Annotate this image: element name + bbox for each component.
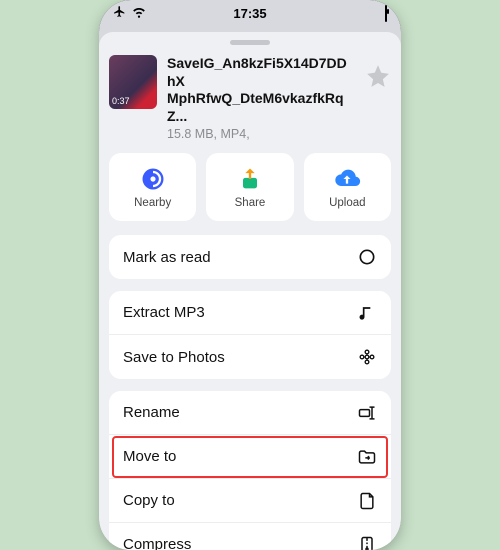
wifi-icon xyxy=(132,5,146,22)
file-subtitle: 15.8 MB, MP4, xyxy=(167,127,355,141)
share-label: Share xyxy=(235,197,266,209)
upload-label: Upload xyxy=(329,197,365,209)
zip-icon xyxy=(357,535,377,550)
video-thumbnail[interactable]: 0:37 xyxy=(109,55,157,109)
rename-item[interactable]: Rename xyxy=(109,391,391,435)
video-duration: 0:37 xyxy=(112,96,130,106)
move-to-item[interactable]: Move to xyxy=(109,435,391,479)
circle-outline-icon xyxy=(357,247,377,267)
file-name-line1: SaveIG_An8kzFi5X14D7DDhX xyxy=(167,55,347,89)
action-sheet: 0:37 SaveIG_An8kzFi5X14D7DDhX MphRfwQ_Dt… xyxy=(99,32,401,550)
sheet-grabber[interactable] xyxy=(230,40,270,45)
file-header: 0:37 SaveIG_An8kzFi5X14D7DDhX MphRfwQ_Dt… xyxy=(109,55,391,141)
extract-mp3-item[interactable]: Extract MP3 xyxy=(109,291,391,335)
copy-to-item[interactable]: Copy to xyxy=(109,479,391,523)
list-group-3: Rename Move to Copy to xyxy=(109,391,391,550)
share-button[interactable]: Share xyxy=(206,153,293,221)
list-group-1: Mark as read xyxy=(109,235,391,279)
folder-arrow-icon xyxy=(357,447,377,467)
upload-button[interactable]: Upload xyxy=(304,153,391,221)
airplane-icon xyxy=(113,5,126,21)
music-note-icon xyxy=(357,303,377,323)
rename-cursor-icon xyxy=(357,403,377,423)
nearby-button[interactable]: Nearby xyxy=(109,153,196,221)
compress-item[interactable]: Compress xyxy=(109,523,391,550)
phone-frame: 17:35 0:37 SaveIG_An8kzFi5X14D7DDhX MphR… xyxy=(99,0,401,550)
status-bar: 17:35 xyxy=(99,0,401,26)
battery-icon xyxy=(385,6,387,21)
file-name-line2: MphRfwQ_DteM6vkazfkRqZ... xyxy=(167,90,344,124)
mark-as-read-item[interactable]: Mark as read xyxy=(109,235,391,279)
screen: 17:35 0:37 SaveIG_An8kzFi5X14D7DDhX MphR… xyxy=(99,0,401,550)
favorite-star-icon[interactable] xyxy=(365,63,391,89)
list-group-2: Extract MP3 Save to Photos xyxy=(109,291,391,379)
quick-actions: Nearby Share Upload xyxy=(109,153,391,221)
document-icon xyxy=(357,491,377,511)
photos-flower-icon xyxy=(357,347,377,367)
save-to-photos-item[interactable]: Save to Photos xyxy=(109,335,391,379)
nearby-label: Nearby xyxy=(134,197,171,209)
